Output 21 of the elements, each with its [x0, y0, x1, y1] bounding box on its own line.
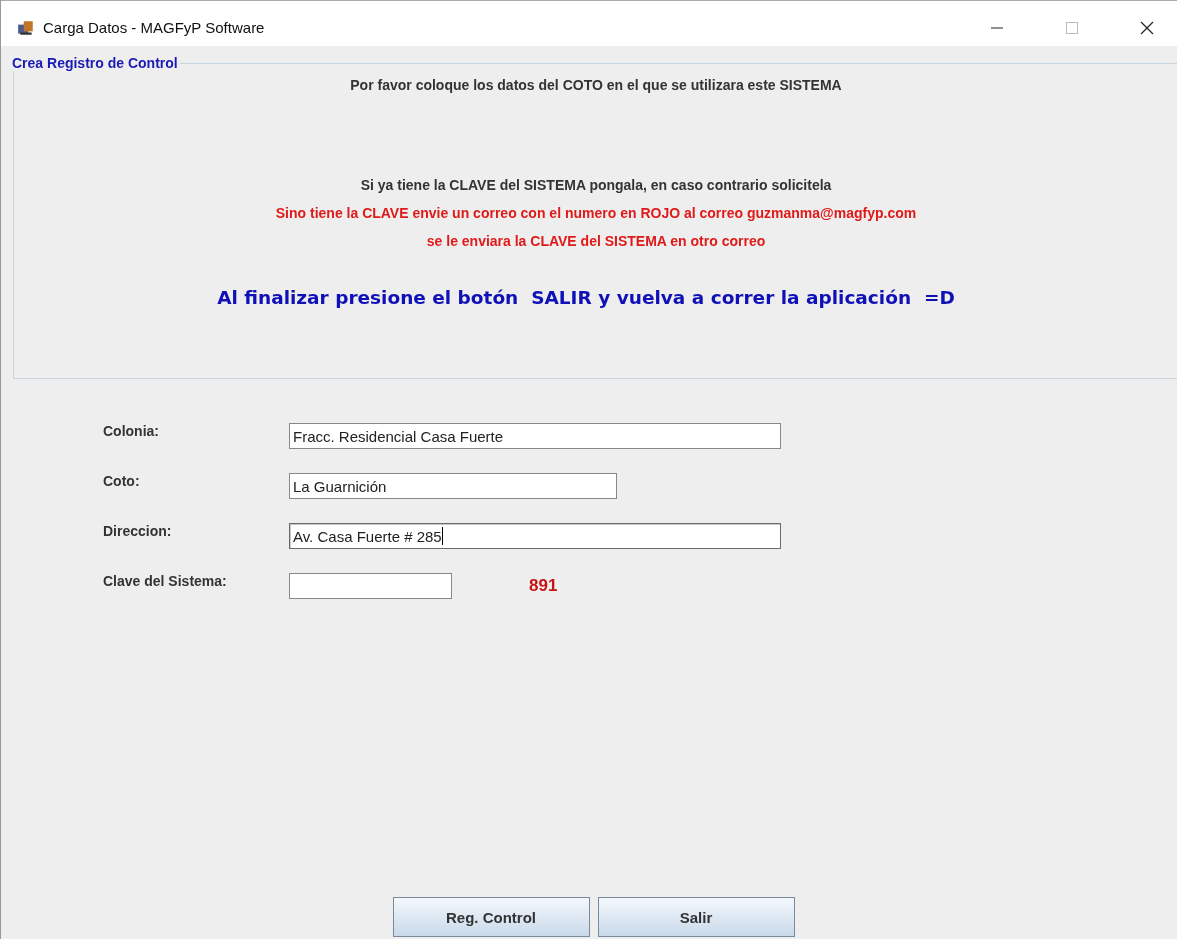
group-title: Crea Registro de Control — [10, 55, 180, 71]
field-label: Coto: — [103, 473, 141, 489]
input-field[interactable]: Fracc. Residencial Casa Fuerte — [289, 423, 781, 449]
field-label: Clave del Sistema: — [103, 573, 228, 589]
field-label: Colonia: — [103, 423, 160, 439]
action-button[interactable]: Salir — [597, 897, 795, 937]
code-number: 891 — [529, 576, 558, 596]
action-button[interactable]: Reg. Control — [392, 897, 590, 937]
message-text: Sino tiene la CLAVE envie un correo con el numero en ROJO al correo guzmanma@magfyp.com — [275, 205, 917, 221]
input-field[interactable]: La Guarnición — [289, 473, 617, 499]
message-text: Al finalizar presione el botón SALIR y vuelva a correr la aplicación =D — [217, 287, 955, 308]
app-icon — [17, 19, 35, 36]
close-icon[interactable] — [1140, 20, 1154, 35]
input-field[interactable] — [289, 573, 452, 599]
input-field[interactable]: Av. Casa Fuerte # 285 — [289, 523, 781, 549]
field-label: Direccion: — [103, 523, 173, 539]
message-text: Por favor coloque los datos del COTO en el que se utilizara este SISTEMA — [350, 77, 842, 93]
message-text: se le enviara la CLAVE del SISTEMA en otro correo — [426, 233, 766, 249]
maximize-icon[interactable] — [1065, 20, 1079, 35]
window-title: Carga Datos - MAGFyP Software — [43, 19, 265, 36]
message-text: Si ya tiene la CLAVE del SISTEMA pongala, en caso contrario solicitela — [360, 177, 832, 193]
